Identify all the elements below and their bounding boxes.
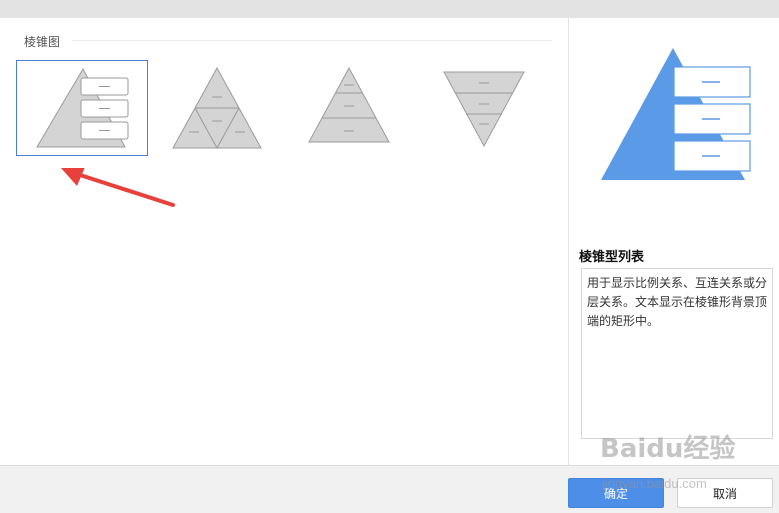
watermark-logo: Baidu经验 [600, 434, 736, 464]
basic-pyramid-thumbnail [308, 66, 390, 143]
section-divider [72, 40, 552, 41]
watermark-url: jingyan.baidu.com [602, 476, 707, 491]
thumb-segmented-pyramid[interactable] [151, 60, 283, 156]
thumb-inverted-pyramid[interactable] [418, 60, 550, 156]
section-title: 棱锥图 [24, 35, 61, 49]
preview-title: 棱锥型列表 [579, 249, 645, 264]
segmented-pyramid-thumbnail [172, 66, 262, 149]
inverted-pyramid-thumbnail [443, 71, 525, 148]
preview-pyramid-list-icon [601, 48, 751, 180]
watermark: Baidu经验 jingyan.baidu.com [600, 428, 736, 491]
preview-panel: 棱锥型列表 用于显示比例关系、互连关系或分层关系。文本显示在棱锥形背景顶端的矩形… [569, 18, 779, 465]
dialog-top-bar [0, 0, 779, 18]
red-arrow-annotation [61, 168, 175, 207]
preview-description: 用于显示比例关系、互连关系或分层关系。文本显示在棱锥形背景顶端的矩形中。 [581, 268, 773, 439]
pyramid-list-thumbnail [36, 67, 129, 148]
thumb-basic-pyramid[interactable] [283, 60, 415, 156]
layout-gallery-panel: 棱锥图 [0, 18, 568, 465]
thumb-pyramid-list[interactable] [16, 60, 148, 156]
